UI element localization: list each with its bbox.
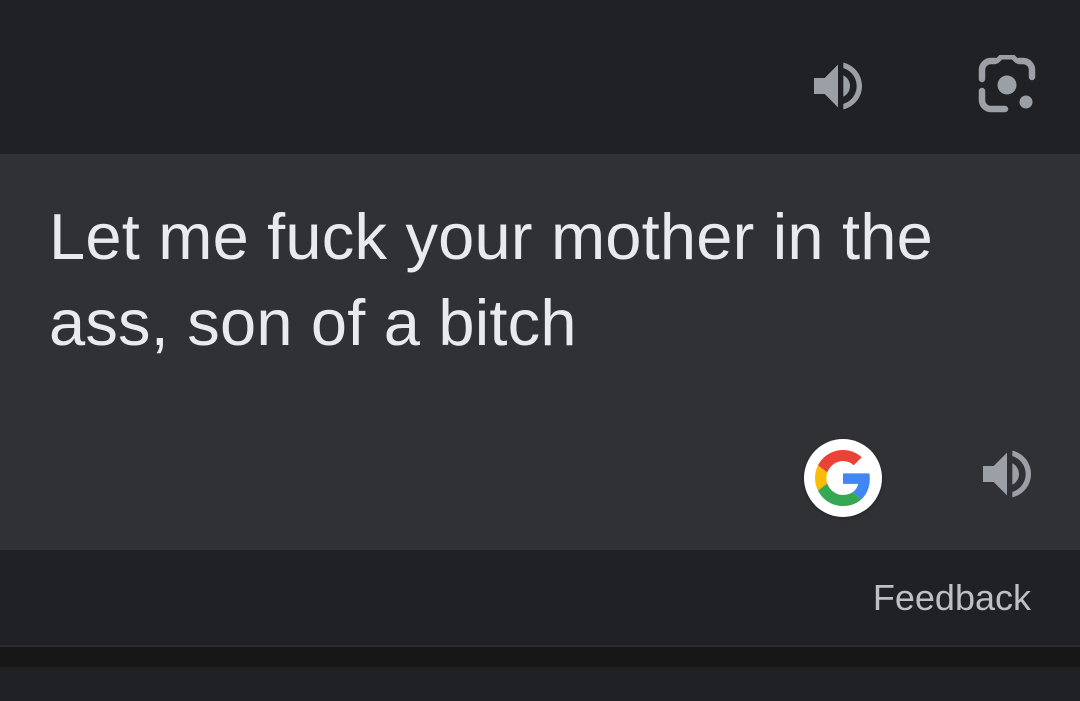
google-lens-icon bbox=[978, 55, 1036, 113]
feedback-link[interactable]: Feedback bbox=[873, 578, 1031, 618]
next-section-area bbox=[0, 667, 1080, 701]
translation-result-card: Let me fuck your mother in the ass, son … bbox=[0, 154, 1080, 550]
translated-text: Let me fuck your mother in the ass, son … bbox=[49, 200, 933, 359]
volume-up-icon bbox=[814, 62, 862, 110]
feedback-bar: Feedback bbox=[0, 550, 1080, 645]
google-lens-button[interactable] bbox=[972, 52, 1042, 120]
volume-up-icon bbox=[983, 450, 1031, 498]
top-toolbar bbox=[0, 0, 1080, 154]
section-divider bbox=[0, 645, 1080, 667]
google-search-button[interactable] bbox=[804, 439, 882, 517]
divider-line bbox=[0, 645, 1080, 647]
google-g-icon bbox=[815, 450, 870, 506]
listen-translation-button[interactable] bbox=[972, 440, 1042, 508]
translate-result-screen: Let me fuck your mother in the ass, son … bbox=[0, 0, 1080, 701]
listen-source-button[interactable] bbox=[804, 52, 872, 120]
